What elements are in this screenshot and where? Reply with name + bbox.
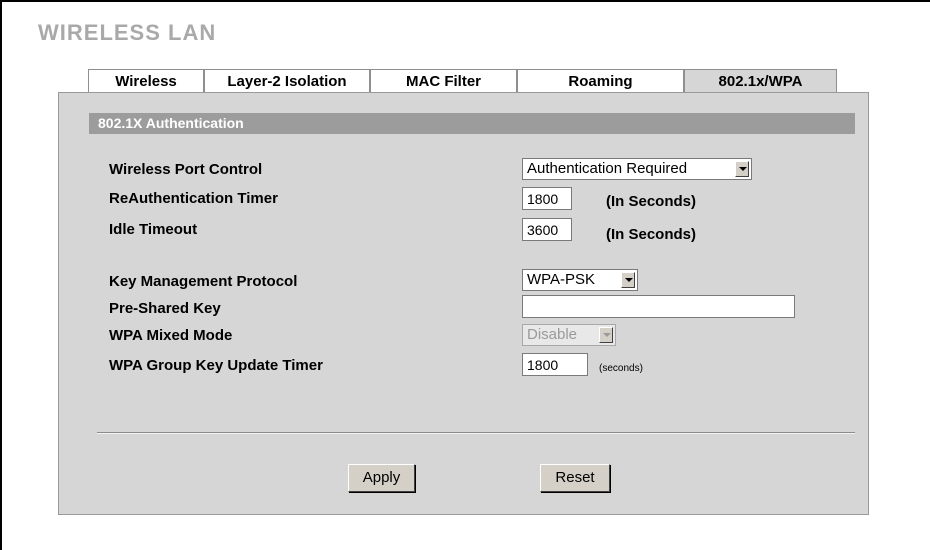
idle-timeout-input[interactable] [522,218,572,241]
chevron-down-icon [735,161,749,177]
psk-label: Pre-Shared Key [109,300,221,317]
reauth-timer-unit: (In Seconds) [606,193,697,210]
chevron-down-icon [621,272,635,288]
key-mgmt-select[interactable]: WPA-PSK [522,269,638,291]
group-key-timer-unit: (seconds) [599,363,643,374]
tab-roaming[interactable]: Roaming [517,69,684,93]
tab-layer2-isolation[interactable]: Layer-2 Isolation [204,69,370,93]
mixed-mode-select: Disable [522,324,616,346]
reset-button[interactable]: Reset [540,464,610,492]
divider [97,432,855,434]
tab-wireless[interactable]: Wireless [88,69,204,93]
idle-timeout-label: Idle Timeout [109,221,198,238]
reauth-timer-input[interactable] [522,187,572,210]
mixed-mode-value: Disable [527,326,578,343]
tab-mac-filter[interactable]: MAC Filter [370,69,517,93]
page-title: WIRELESS LAN [38,20,217,45]
section-header: 802.1X Authentication [89,113,855,134]
window-frame-left [0,0,2,550]
port-control-select[interactable]: Authentication Required [522,158,752,180]
psk-input[interactable] [522,295,795,318]
port-control-label: Wireless Port Control [109,161,263,178]
idle-timeout-unit: (In Seconds) [606,226,697,243]
group-key-timer-label: WPA Group Key Update Timer [109,357,323,374]
tab-8021x-wpa[interactable]: 802.1x/WPA [684,69,837,93]
chevron-down-icon [599,327,613,343]
settings-panel: 802.1X Authentication Wireless Port Cont… [58,92,869,515]
apply-button[interactable]: Apply [348,464,415,492]
group-key-timer-input[interactable] [522,353,588,376]
reauth-timer-label: ReAuthentication Timer [109,190,278,207]
port-control-value: Authentication Required [527,160,688,177]
window-frame-top [0,0,930,2]
key-mgmt-label: Key Management Protocol [109,273,298,290]
mixed-mode-label: WPA Mixed Mode [109,327,233,344]
key-mgmt-value: WPA-PSK [527,271,596,288]
